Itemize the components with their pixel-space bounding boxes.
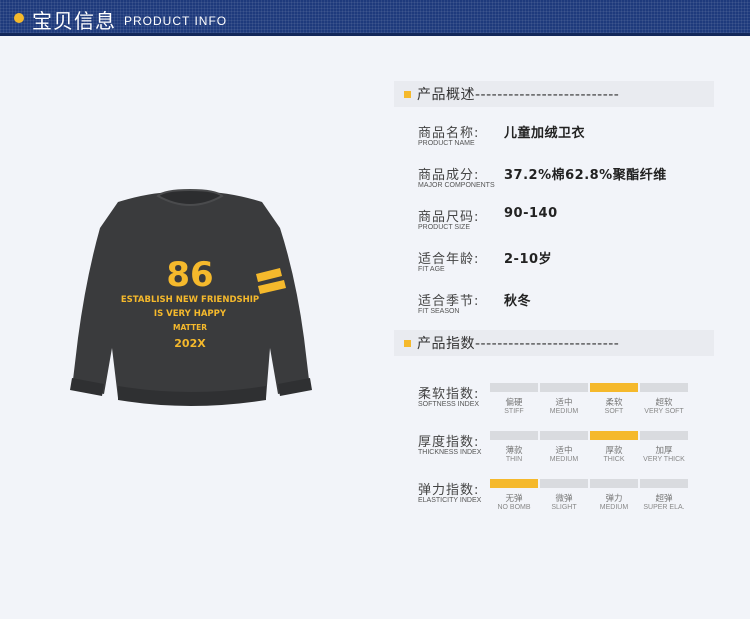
level-label-cn: 加厚 [655, 446, 673, 456]
info-row-age: 适合年龄: FIT AGE 2-10岁 [418, 248, 718, 280]
info-label-en: PRODUCT NAME [418, 140, 475, 147]
info-row-season: 适合季节: FIT SEASON 秋冬 [418, 290, 718, 322]
level-label-en: VERY SOFT [644, 408, 684, 415]
level-label-cn: 适中 [555, 446, 573, 456]
info-value: 秋冬 [504, 294, 532, 309]
level-label-en: SUPER ELA. [643, 504, 685, 511]
level-bar [640, 431, 688, 440]
bullet-dot-icon [14, 13, 24, 23]
level-label-en: MEDIUM [549, 456, 579, 463]
index-level: 超弹 SUPER ELA. [640, 479, 688, 511]
index-label-en: ELASTICITY INDEX [418, 497, 482, 504]
info-row-components: 商品成分: MAJOR COMPONENTS 37.2%棉62.8%聚酯纤维 [418, 164, 718, 196]
index-scale: 无弹 NO BOMB 微弹 SLIGHT 弹力 MEDIUM 超弹 SUPER ELA. [490, 479, 690, 511]
print-line-3: MATTER [173, 323, 207, 332]
index-level: 柔软 SOFT [590, 383, 638, 415]
print-line-1: ESTABLISH NEW FRIENDSHIP [121, 295, 259, 305]
index-level: 弹力 MEDIUM [590, 479, 638, 511]
level-bar [590, 383, 638, 392]
level-label-en: SLIGHT [551, 504, 577, 511]
index-level: 厚款 THICK [590, 431, 638, 463]
print-number: 86 [166, 255, 213, 295]
level-bar [540, 431, 588, 440]
level-bar [590, 431, 638, 440]
index-scale: 薄款 THIN 适中 MEDIUM 厚款 THICK 加厚 VERY THICK [490, 431, 690, 463]
level-label-en: MEDIUM [599, 504, 629, 511]
level-bar [640, 479, 688, 488]
index-label-cn: 厚度指数: [418, 435, 480, 450]
index-label-cn: 弹力指数: [418, 483, 480, 498]
info-label-cn: 商品成分: [418, 168, 480, 183]
index-level: 加厚 VERY THICK [640, 431, 688, 463]
info-label-cn: 适合年龄: [418, 252, 480, 267]
level-bar [490, 479, 538, 488]
index-level: 偏硬 STIFF [490, 383, 538, 415]
header-title-cn: 宝贝信息 [32, 9, 116, 33]
index-level: 适中 MEDIUM [540, 383, 588, 415]
index-level: 薄款 THIN [490, 431, 538, 463]
level-label-cn: 超弹 [655, 494, 673, 504]
level-label-en: VERY THICK [643, 456, 685, 463]
info-value: 37.2%棉62.8%聚酯纤维 [504, 168, 667, 183]
level-bar [590, 479, 638, 488]
level-label-cn: 无弹 [505, 494, 523, 504]
level-label-en: STIFF [504, 408, 524, 415]
square-bullet-icon [404, 90, 411, 98]
level-label-en: SOFT [604, 408, 624, 415]
info-label-en: FIT AGE [418, 266, 445, 273]
info-label-en: FIT SEASON [418, 308, 460, 315]
product-image: 86 ESTABLISH NEW FRIENDSHIP IS VERY HAPP… [70, 188, 312, 406]
level-label-cn: 微弹 [555, 494, 573, 504]
level-label-cn: 超软 [655, 398, 673, 408]
index-row-thickness: 厚度指数: THICKNESS INDEX 薄款 THIN 适中 MEDIUM 厚款… [418, 431, 718, 475]
section-header: 宝贝信息 PRODUCT INFO [0, 0, 750, 36]
level-bar [540, 383, 588, 392]
index-label-en: THICKNESS INDEX [418, 449, 482, 456]
index-label-en: SOFTNESS INDEX [418, 401, 480, 408]
level-label-en: THICK [603, 456, 625, 463]
overview-heading: 产品概述-------------------------- [394, 81, 714, 107]
index-level: 微弹 SLIGHT [540, 479, 588, 511]
index-level: 无弹 NO BOMB [490, 479, 538, 511]
index-heading-text: 产品指数-------------------------- [417, 336, 620, 352]
info-label-en: PRODUCT SIZE [418, 224, 470, 231]
info-label-en: MAJOR COMPONENTS [418, 182, 495, 189]
header-title-en: PRODUCT INFO [124, 14, 228, 28]
index-row-softness: 柔软指数: SOFTNESS INDEX 偏硬 STIFF 适中 MEDIUM 柔软… [418, 383, 718, 427]
level-bar [640, 383, 688, 392]
info-value: 90-140 [504, 206, 558, 221]
overview-heading-text: 产品概述-------------------------- [417, 87, 620, 103]
info-value: 儿童加绒卫衣 [504, 126, 586, 141]
level-label-cn: 弹力 [605, 494, 623, 504]
level-label-en: MEDIUM [549, 408, 579, 415]
level-label-cn: 柔软 [605, 398, 623, 408]
level-bar [540, 479, 588, 488]
info-row-size: 商品尺码: PRODUCT SIZE 90-140 [418, 206, 718, 238]
info-label-cn: 适合季节: [418, 294, 480, 309]
print-line-2: IS VERY HAPPY [154, 309, 227, 319]
square-bullet-icon [404, 339, 411, 347]
index-heading: 产品指数-------------------------- [394, 330, 714, 356]
level-label-cn: 适中 [555, 398, 573, 408]
info-label-cn: 商品名称: [418, 126, 480, 141]
level-label-en: THIN [505, 456, 523, 463]
info-row-name: 商品名称: PRODUCT NAME 儿童加绒卫衣 [418, 122, 718, 154]
index-scale: 偏硬 STIFF 适中 MEDIUM 柔软 SOFT 超软 VERY SOFT [490, 383, 690, 415]
level-label-en: NO BOMB [497, 504, 531, 511]
index-level: 适中 MEDIUM [540, 431, 588, 463]
level-bar [490, 431, 538, 440]
level-bar [490, 383, 538, 392]
index-row-elasticity: 弹力指数: ELASTICITY INDEX 无弹 NO BOMB 微弹 SLIGH… [418, 479, 718, 523]
index-level: 超软 VERY SOFT [640, 383, 688, 415]
info-value: 2-10岁 [504, 252, 553, 267]
level-label-cn: 偏硬 [505, 398, 523, 408]
level-label-cn: 厚款 [605, 446, 623, 456]
info-label-cn: 商品尺码: [418, 210, 480, 225]
level-label-cn: 薄款 [505, 446, 523, 456]
index-label-cn: 柔软指数: [418, 387, 480, 402]
print-line-4: 202X [174, 337, 206, 350]
